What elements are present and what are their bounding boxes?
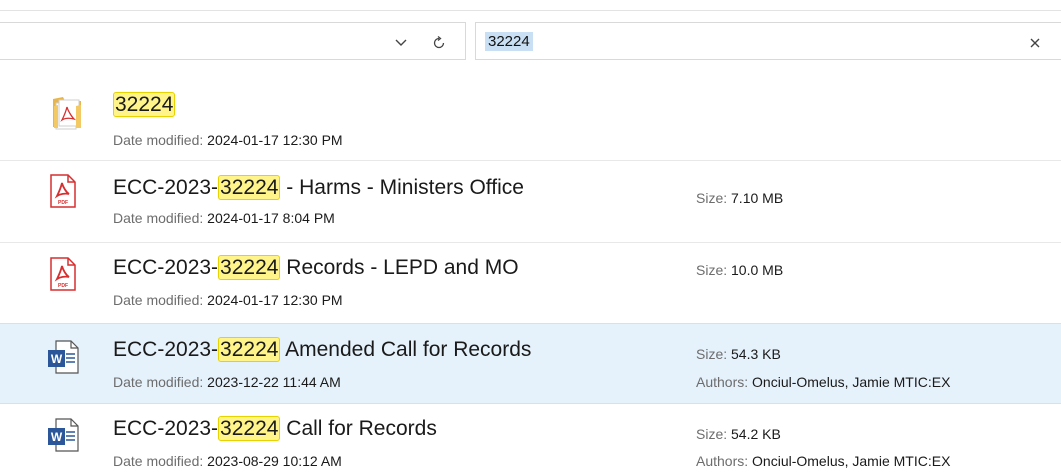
item-title: 32224	[113, 92, 176, 118]
svg-text:PDF: PDF	[58, 283, 68, 289]
date-value: 2024-01-17 8:04 PM	[207, 210, 335, 226]
title-prefix: ECC-2023-	[113, 338, 219, 361]
pdf-file-icon: PDF	[50, 257, 76, 296]
svg-text:PDF: PDF	[58, 200, 68, 206]
svg-text:W: W	[51, 430, 63, 444]
date-label: Date modified:	[113, 292, 208, 308]
date-modified: Date modified: 2024-01-17 8:04 PM	[113, 209, 335, 227]
word-file-icon: W	[47, 418, 79, 457]
file-size: Size: 54.2 KB	[696, 425, 781, 443]
list-item-selected[interactable]: W ECC-2023-32224 Amended Call for Record…	[0, 323, 1061, 404]
date-value: 2023-08-29 10:12 AM	[207, 453, 342, 469]
refresh-icon[interactable]	[428, 32, 450, 54]
authors-value: Onciul-Omelus, Jamie MTIC:EX	[752, 374, 951, 390]
size-label: Size:	[696, 262, 732, 278]
file-size: Size: 7.10 MB	[696, 189, 783, 207]
search-highlight: 32224	[218, 255, 281, 280]
size-value: 10.0 MB	[731, 262, 784, 278]
date-modified: Date modified: 2024-01-17 12:30 PM	[113, 131, 343, 149]
item-title: ECC-2023-32224 Records - LEPD and MO	[113, 255, 519, 281]
date-label: Date modified:	[113, 132, 208, 148]
title-prefix: ECC-2023-	[113, 256, 219, 279]
pdf-file-icon: PDF	[50, 174, 76, 213]
authors-label: Authors:	[696, 374, 753, 390]
chevron-down-icon[interactable]	[390, 32, 412, 54]
file-size: Size: 54.3 KB	[696, 345, 781, 363]
svg-text:W: W	[51, 352, 63, 366]
date-modified: Date modified: 2023-12-22 11:44 AM	[113, 373, 341, 391]
search-highlight: 32224	[218, 337, 281, 362]
search-box[interactable]: 32224	[475, 22, 1061, 60]
size-value: 54.3 KB	[731, 346, 781, 362]
size-label: Size:	[696, 190, 732, 206]
authors-value: Onciul-Omelus, Jamie MTIC:EX	[752, 453, 951, 469]
list-item[interactable]: W ECC-2023-32224 Call for Records Date m…	[0, 404, 1061, 472]
close-icon[interactable]	[1024, 32, 1046, 54]
title-suffix: Amended Call for Records	[280, 338, 532, 361]
date-label: Date modified:	[113, 374, 208, 390]
date-value: 2023-12-22 11:44 AM	[207, 374, 341, 390]
size-label: Size:	[696, 346, 732, 362]
word-file-icon: W	[47, 340, 79, 379]
search-highlight: 32224	[113, 92, 176, 117]
title-suffix: Call for Records	[280, 417, 437, 440]
search-highlight: 32224	[218, 175, 281, 200]
authors-label: Authors:	[696, 453, 753, 469]
item-title: ECC-2023-32224 Call for Records	[113, 416, 437, 442]
authors: Authors: Onciul-Omelus, Jamie MTIC:EX	[696, 373, 950, 391]
title-suffix: Records - LEPD and MO	[280, 256, 519, 279]
search-highlight: 32224	[218, 416, 281, 441]
address-bar[interactable]	[0, 22, 466, 60]
search-input[interactable]: 32224	[485, 32, 533, 51]
file-size: Size: 10.0 MB	[696, 261, 783, 279]
list-item[interactable]: 32224 Date modified: 2024-01-17 12:30 PM	[0, 80, 1061, 158]
size-value: 54.2 KB	[731, 426, 781, 442]
title-prefix: ECC-2023-	[113, 417, 219, 440]
date-modified: Date modified: 2023-08-29 10:12 AM	[113, 452, 342, 470]
list-item[interactable]: PDF ECC-2023-32224 - Harms - Ministers O…	[0, 161, 1061, 241]
date-label: Date modified:	[113, 210, 208, 226]
date-value: 2024-01-17 12:30 PM	[207, 292, 343, 308]
item-title: ECC-2023-32224 - Harms - Ministers Offic…	[113, 175, 524, 201]
date-label: Date modified:	[113, 453, 208, 469]
item-title: ECC-2023-32224 Amended Call for Records	[113, 337, 531, 363]
authors: Authors: Onciul-Omelus, Jamie MTIC:EX	[696, 452, 950, 470]
title-prefix: ECC-2023-	[113, 176, 219, 199]
title-suffix: - Harms - Ministers Office	[280, 176, 524, 199]
folder-icon	[50, 93, 84, 136]
date-modified: Date modified: 2024-01-17 12:30 PM	[113, 291, 343, 309]
date-value: 2024-01-17 12:30 PM	[207, 132, 343, 148]
list-item[interactable]: PDF ECC-2023-32224 Records - LEPD and MO…	[0, 243, 1061, 323]
size-value: 7.10 MB	[731, 190, 784, 206]
size-label: Size:	[696, 426, 732, 442]
toolbar-divider	[0, 10, 1061, 11]
